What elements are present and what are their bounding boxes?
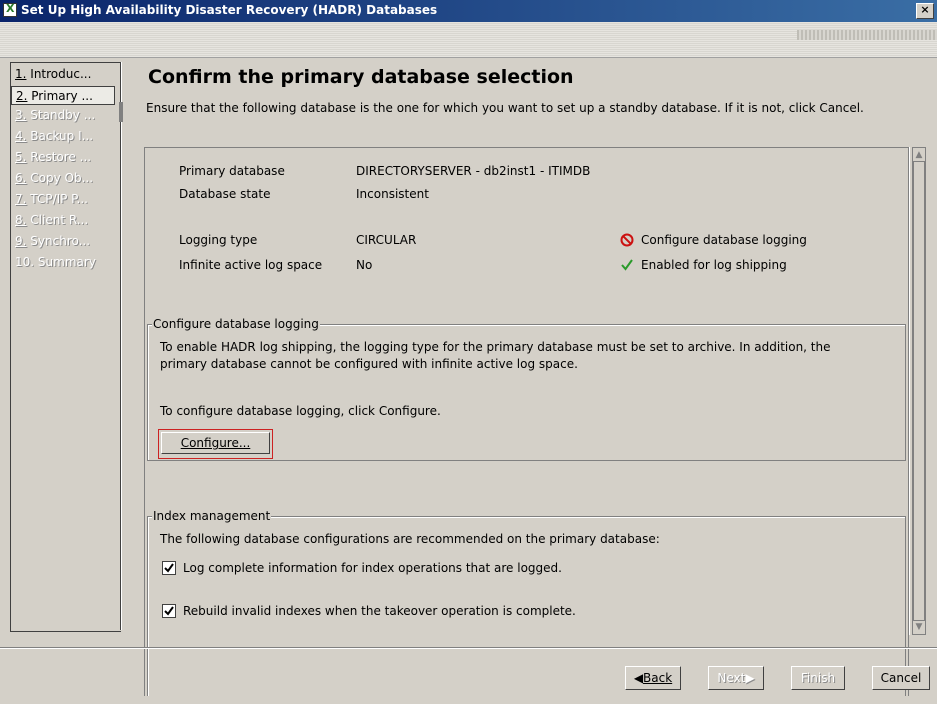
nav-step-4[interactable]: 4. Backup I... xyxy=(11,127,115,146)
status-enabled-text: Enabled for log shipping xyxy=(641,258,787,272)
nav-step-5[interactable]: 5. Restore ... xyxy=(11,148,115,167)
details-panel: Primary database DIRECTORYSERVER - db2in… xyxy=(144,147,909,696)
error-icon xyxy=(620,233,634,247)
splitter-handle[interactable] xyxy=(119,102,123,122)
status-configure-text: Configure database logging xyxy=(641,233,807,247)
nav-step-1[interactable]: 1. Introduc... xyxy=(11,65,115,84)
back-arrow-icon: ◀ xyxy=(633,671,644,685)
infinite-log-label: Infinite active log space xyxy=(179,258,323,272)
primary-db-label: Primary database xyxy=(179,164,285,178)
nav-step-6[interactable]: 6. Copy Ob... xyxy=(11,169,115,188)
configure-button-focus[interactable]: Configure... xyxy=(158,429,273,459)
page-title: Confirm the primary database selection xyxy=(148,66,574,88)
configure-logging-group: Configure database logging To enable HAD… xyxy=(147,317,906,461)
nav-step-10[interactable]: 10. Summary xyxy=(11,253,115,272)
app-icon xyxy=(3,2,17,17)
main-content: Confirm the primary database selection E… xyxy=(128,60,937,696)
primary-db-value: DIRECTORYSERVER - db2inst1 - ITIMDB xyxy=(356,164,591,178)
page-description: Ensure that the following database is th… xyxy=(146,101,864,115)
scroll-down-arrow-icon[interactable]: ▼ xyxy=(913,621,925,633)
db-state-label: Database state xyxy=(179,187,271,201)
checkmark-icon xyxy=(621,259,633,271)
next-button[interactable]: Next▶ xyxy=(708,666,764,690)
banner xyxy=(0,22,937,58)
window-title: Set Up High Availability Disaster Recove… xyxy=(21,3,438,17)
configure-logging-text: To enable HADR log shipping, the logging… xyxy=(160,340,831,371)
nav-step-9[interactable]: 9. Synchro... xyxy=(11,232,115,251)
close-button[interactable]: × xyxy=(916,3,934,19)
index-management-legend: Index management xyxy=(152,509,272,523)
footer-divider xyxy=(0,647,937,649)
title-bar: Set Up High Availability Disaster Recove… xyxy=(0,0,937,22)
nav-step-8[interactable]: 8. Client R... xyxy=(11,211,115,230)
next-arrow-icon: ▶ xyxy=(745,671,755,685)
index-management-text: The following database configurations ar… xyxy=(160,532,660,546)
log-index-checkbox[interactable] xyxy=(162,561,176,575)
nav-step-3[interactable]: 3. Standby ... xyxy=(11,106,115,125)
configure-button[interactable]: Configure... xyxy=(161,432,270,454)
wizard-step-list: 1. Introduc... 2. Primary ... 3. Standby… xyxy=(10,62,121,632)
configure-logging-legend: Configure database logging xyxy=(152,317,320,331)
configure-instruction: To configure database logging, click Con… xyxy=(160,404,441,418)
scroll-thumb[interactable] xyxy=(913,161,925,621)
nav-step-7[interactable]: 7. TCP/IP P... xyxy=(11,190,115,209)
infinite-log-value: No xyxy=(356,258,373,272)
scroll-up-arrow-icon[interactable]: ▲ xyxy=(913,149,925,161)
rebuild-index-checkbox[interactable] xyxy=(162,604,176,618)
rebuild-index-label[interactable]: Rebuild invalid indexes when the takeove… xyxy=(183,604,576,618)
logging-type-label: Logging type xyxy=(179,233,258,247)
db-state-value: Inconsistent xyxy=(356,187,429,201)
nav-step-2[interactable]: 2. Primary ... xyxy=(11,86,115,105)
cancel-button[interactable]: Cancel xyxy=(872,666,930,690)
finish-button[interactable]: Finish xyxy=(791,666,845,690)
logging-type-value: CIRCULAR xyxy=(356,233,417,247)
back-button[interactable]: ◀Back xyxy=(625,666,681,690)
splitter[interactable] xyxy=(116,62,128,630)
vertical-scrollbar[interactable]: ▲ ▼ xyxy=(909,147,928,635)
log-index-label[interactable]: Log complete information for index opera… xyxy=(183,561,562,575)
